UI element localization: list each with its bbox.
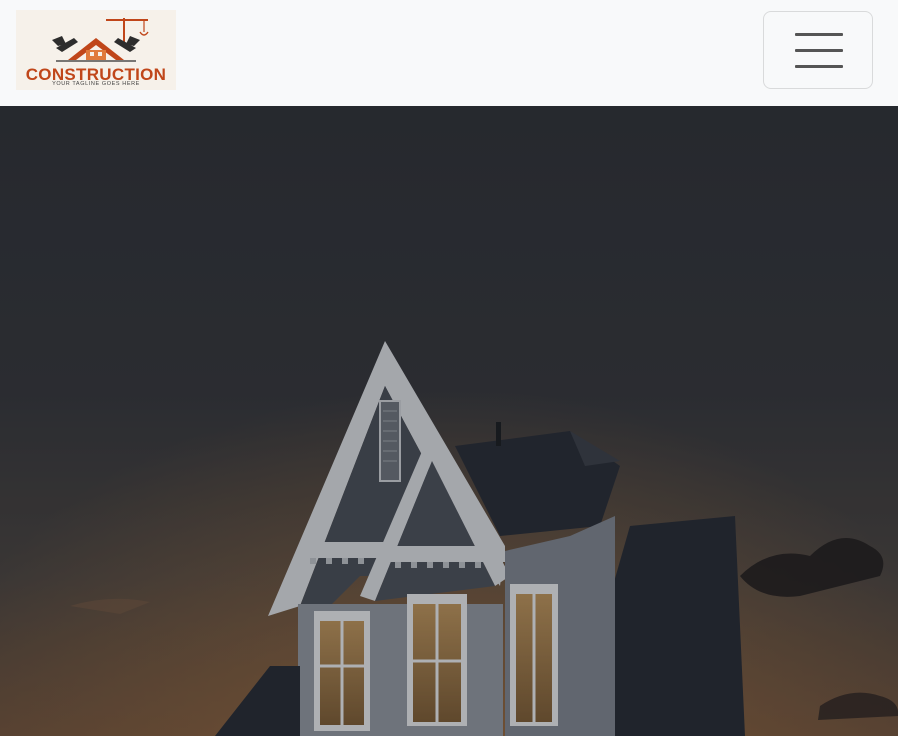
hero-section bbox=[0, 106, 898, 736]
brand-logo[interactable]: CONSTRUCTION YOUR TAGLINE GOES HERE bbox=[16, 10, 176, 90]
logo-tagline: YOUR TAGLINE GOES HERE bbox=[52, 81, 140, 87]
hero-overlay bbox=[0, 106, 898, 736]
navbar: CONSTRUCTION YOUR TAGLINE GOES HERE bbox=[0, 0, 898, 106]
navbar-toggle-button[interactable] bbox=[763, 11, 873, 89]
